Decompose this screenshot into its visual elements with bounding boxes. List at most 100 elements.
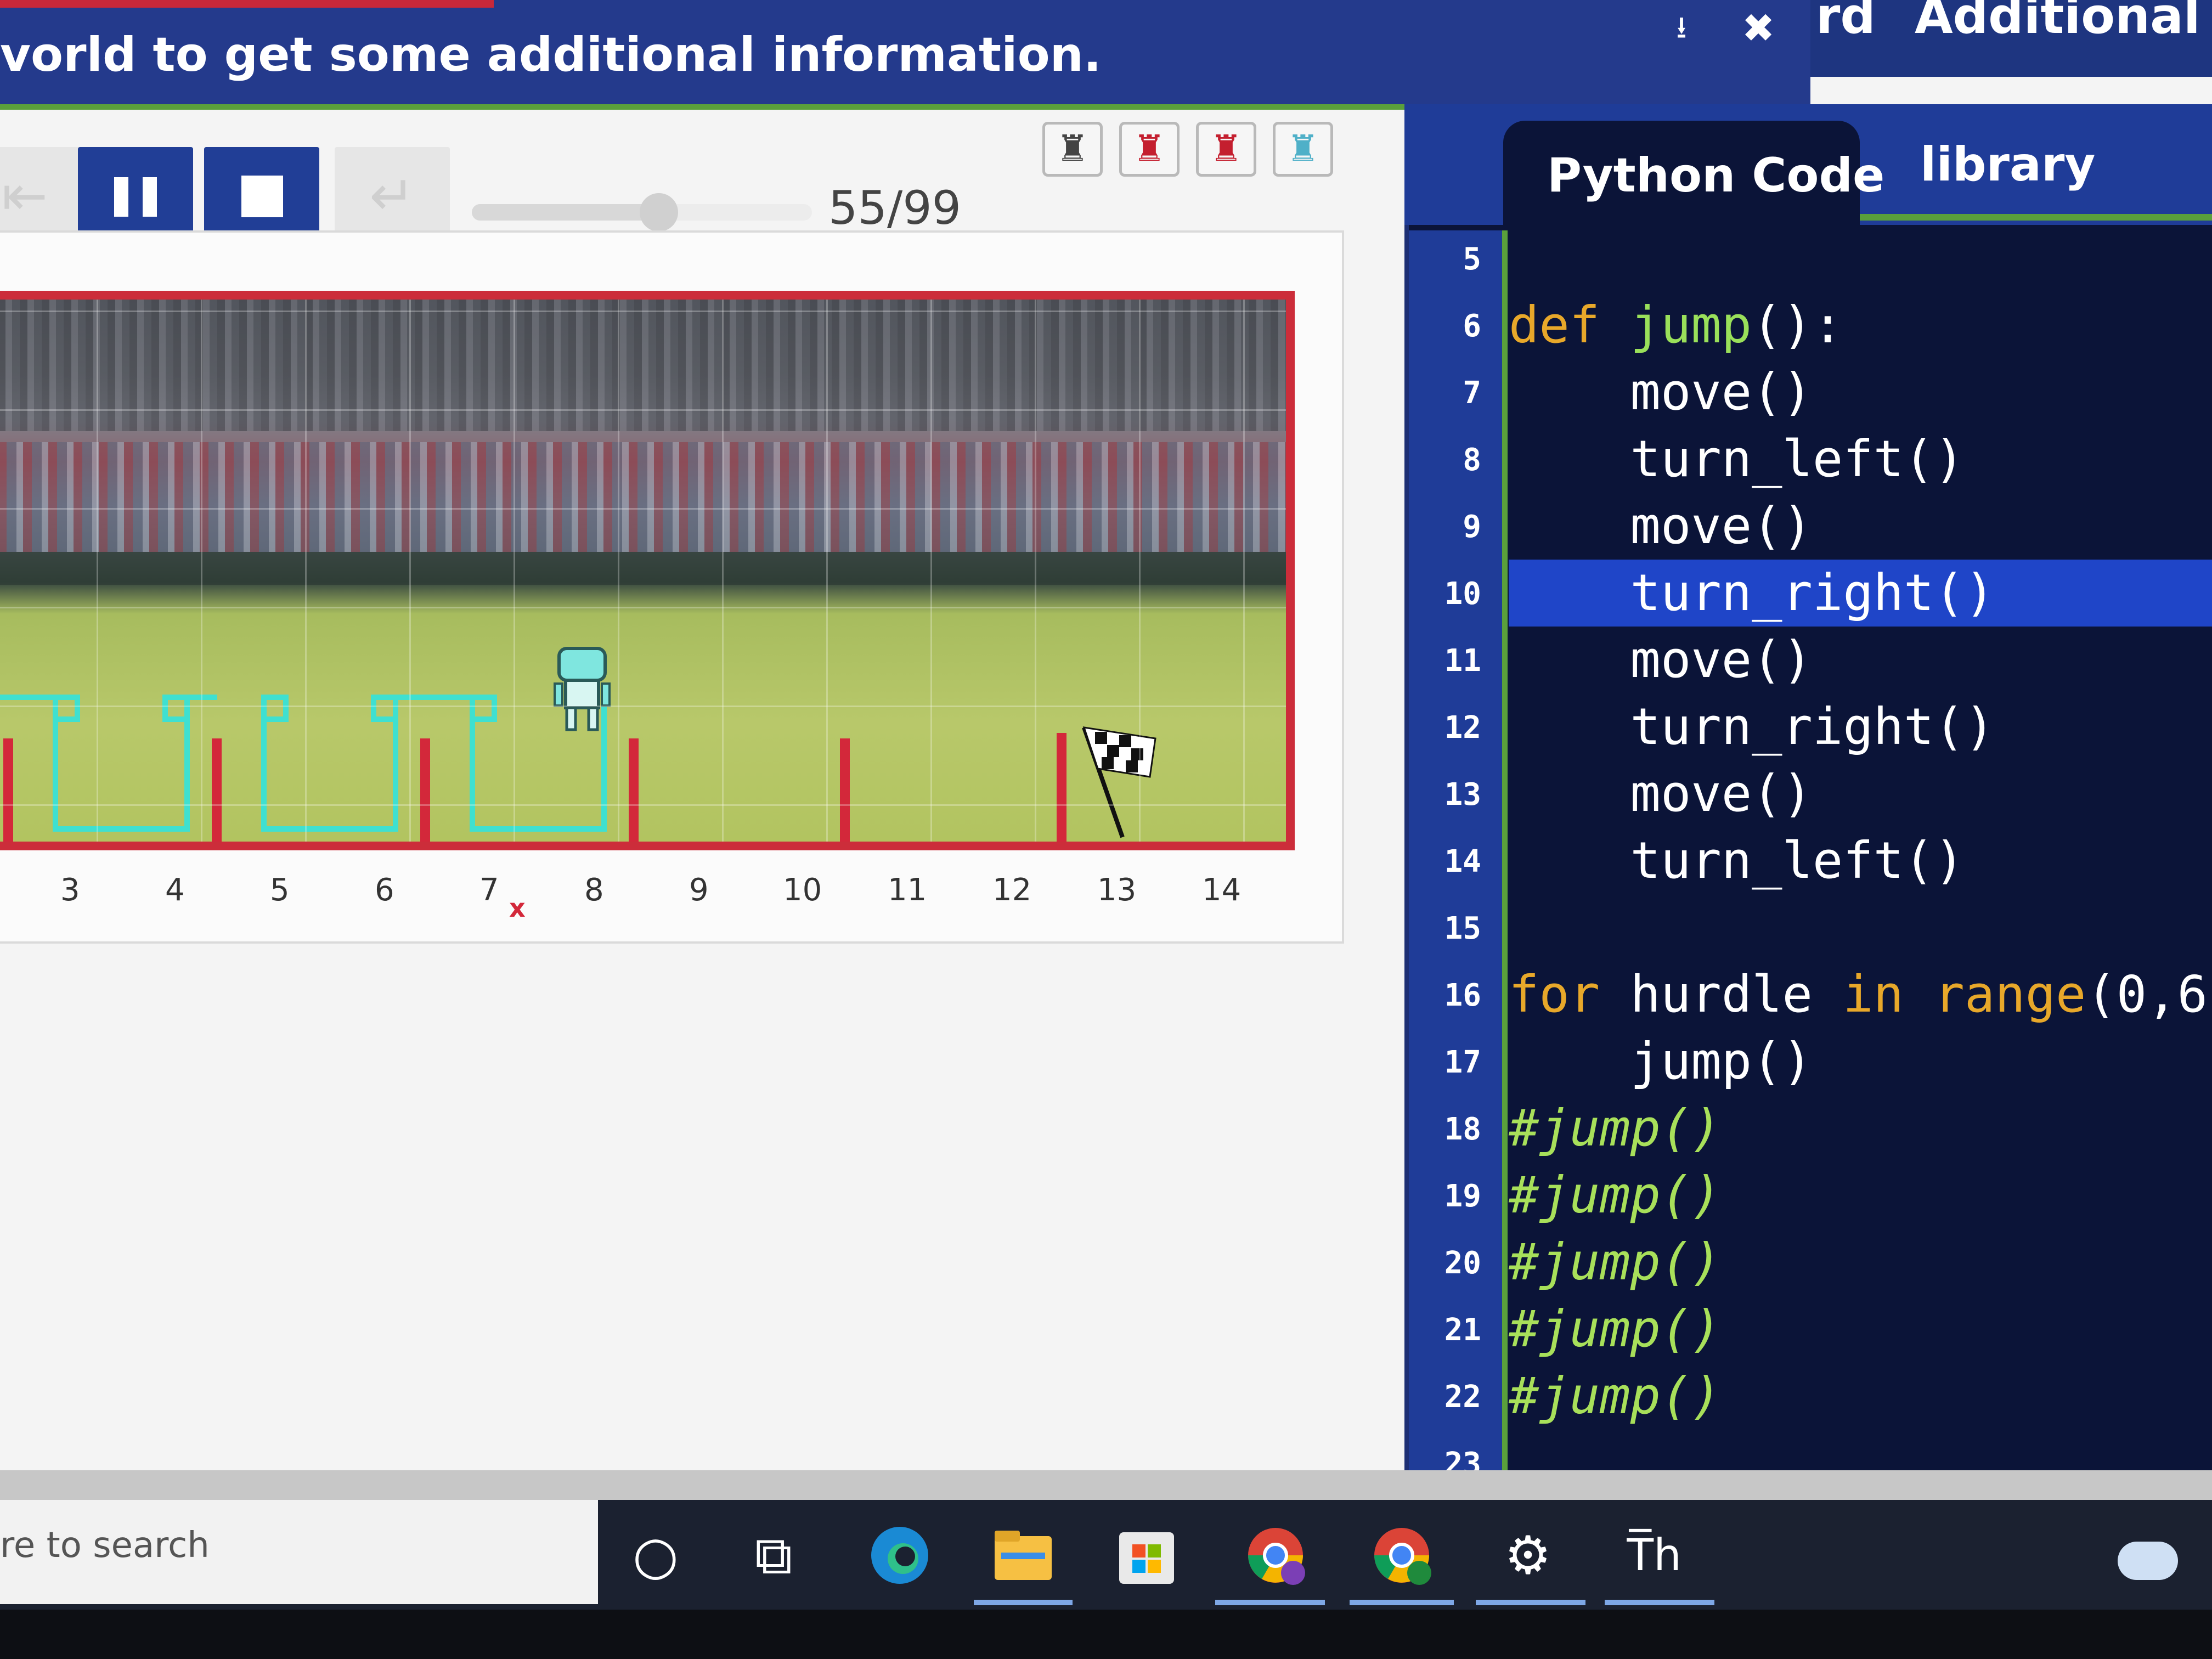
line-number: 19 — [1444, 1178, 1481, 1214]
code-line[interactable]: jump() — [1509, 1028, 2212, 1095]
onedrive-icon[interactable] — [2118, 1542, 2178, 1580]
running-indicator — [974, 1600, 1073, 1605]
hurdle-wall — [212, 738, 222, 842]
speed-slider[interactable] — [472, 193, 812, 232]
slider-handle[interactable] — [640, 193, 678, 232]
return-arrow-icon: ↵ — [369, 163, 415, 228]
cortana-icon[interactable]: ○ — [620, 1520, 691, 1591]
slider-fill — [472, 204, 659, 221]
chrome-profile-s-icon[interactable] — [1240, 1520, 1311, 1591]
robot-icon-4[interactable]: ♜ — [1273, 122, 1333, 177]
banner-message: vorld to get some additional information… — [0, 27, 1102, 82]
pause-icon — [114, 177, 128, 217]
robot-trail — [470, 695, 497, 722]
code-line[interactable]: #jump() — [1509, 1095, 2212, 1162]
line-number: 9 — [1463, 509, 1481, 545]
step-counter: 55/99 — [828, 181, 962, 235]
code-line[interactable]: turn_right() — [1509, 693, 2212, 760]
hurdle-wall — [840, 738, 850, 842]
grid-line — [201, 300, 202, 842]
finish-flag-icon — [1082, 726, 1156, 838]
running-indicator — [1605, 1600, 1714, 1605]
robot-icon-3[interactable]: ♜ — [1196, 122, 1256, 177]
code-line[interactable]: #jump() — [1509, 1229, 2212, 1296]
code-line[interactable]: move() — [1509, 760, 2212, 827]
code-line[interactable]: move() — [1509, 359, 2212, 426]
line-number: 8 — [1463, 442, 1481, 478]
line-number: 17 — [1444, 1045, 1481, 1080]
stop-icon — [241, 176, 283, 217]
code-line[interactable]: #jump() — [1509, 1296, 2212, 1363]
code-line[interactable]: turn_right() — [1509, 560, 2212, 627]
x-axis-label: 10 — [783, 872, 822, 908]
grid-line — [514, 300, 515, 842]
download-icon[interactable]: ⭳ — [1657, 3, 1706, 53]
stadium-crowd-upper — [0, 300, 1286, 431]
x-axis-label: 8 — [584, 872, 604, 908]
code-line[interactable]: move() — [1509, 627, 2212, 693]
line-number: 10 — [1444, 576, 1481, 612]
settings-icon[interactable]: ⚙ — [1492, 1520, 1564, 1591]
line-number: 12 — [1444, 710, 1481, 746]
code-line[interactable] — [1509, 894, 2212, 961]
robot-icon-2[interactable]: ♜ — [1119, 122, 1180, 177]
code-line[interactable]: #jump() — [1509, 1162, 2212, 1229]
code-line[interactable]: turn_left() — [1509, 426, 2212, 493]
robot-trail — [53, 695, 80, 722]
grid-line — [409, 300, 411, 842]
code-line[interactable]: move() — [1509, 493, 2212, 560]
x-axis-label: 6 — [375, 872, 394, 908]
robot-trail — [371, 695, 481, 700]
task-view-icon[interactable]: ⧉ — [738, 1520, 809, 1591]
file-explorer-icon[interactable] — [988, 1520, 1059, 1591]
hurdle-wall — [1057, 733, 1066, 842]
x-axis-label: 7 — [479, 872, 499, 908]
code-line[interactable]: for hurdle in range(0,6): — [1509, 961, 2212, 1028]
grid-line — [0, 607, 1286, 608]
text-app-icon[interactable]: T̅h — [1618, 1520, 1690, 1591]
window-bottom-edge — [0, 1470, 2212, 1500]
robot-trail — [162, 695, 217, 700]
x-axis-label: 3 — [60, 872, 80, 908]
top-tab-additional-options[interactable]: Additional Op — [1915, 0, 2212, 41]
reeborg-world — [0, 291, 1295, 850]
x-axis-label: 9 — [689, 872, 709, 908]
grid-line — [0, 706, 1286, 707]
line-number: 13 — [1444, 777, 1481, 812]
line-number: 20 — [1444, 1245, 1481, 1281]
x-axis-label: 14 — [1202, 872, 1242, 908]
pause-icon-bar — [143, 177, 157, 217]
x-axis-label: 4 — [165, 872, 185, 908]
grid-line — [1035, 300, 1036, 842]
robot-icon — [554, 647, 611, 731]
code-line[interactable]: #jump() — [1509, 1363, 2212, 1430]
store-icon[interactable] — [1111, 1520, 1182, 1591]
line-number: 22 — [1444, 1379, 1481, 1415]
grid-line — [722, 300, 724, 842]
top-tab-fragment[interactable]: rd — [1816, 0, 1876, 41]
stadium-wall — [0, 552, 1286, 585]
tab-python-code[interactable]: Python Code — [1503, 121, 1884, 225]
line-number: 21 — [1444, 1312, 1481, 1348]
code-line[interactable]: turn_left() — [1509, 827, 2212, 894]
line-number: 15 — [1444, 911, 1481, 946]
robot-trail — [261, 695, 289, 722]
tab-library[interactable]: library — [1920, 137, 2095, 192]
robot-icon-1[interactable]: ♜ — [1042, 122, 1103, 177]
running-indicator — [1476, 1600, 1585, 1605]
close-icon[interactable]: ✖ — [1734, 3, 1783, 53]
running-indicator — [1215, 1600, 1325, 1605]
chrome-profile-g-icon[interactable] — [1366, 1520, 1437, 1591]
stadium-crowd-lower — [0, 442, 1286, 552]
line-number: 6 — [1463, 308, 1481, 344]
line-number: 18 — [1444, 1111, 1481, 1147]
grid-line — [1243, 300, 1245, 842]
edge-icon[interactable] — [864, 1520, 935, 1591]
grid-line — [0, 804, 1286, 806]
grid-line — [0, 409, 1286, 411]
hurdle-wall — [3, 738, 13, 842]
position-marker: x — [509, 893, 526, 923]
grid-line — [0, 311, 1286, 312]
code-line[interactable] — [1509, 225, 2212, 292]
code-line[interactable]: def jump(): — [1509, 292, 2212, 359]
